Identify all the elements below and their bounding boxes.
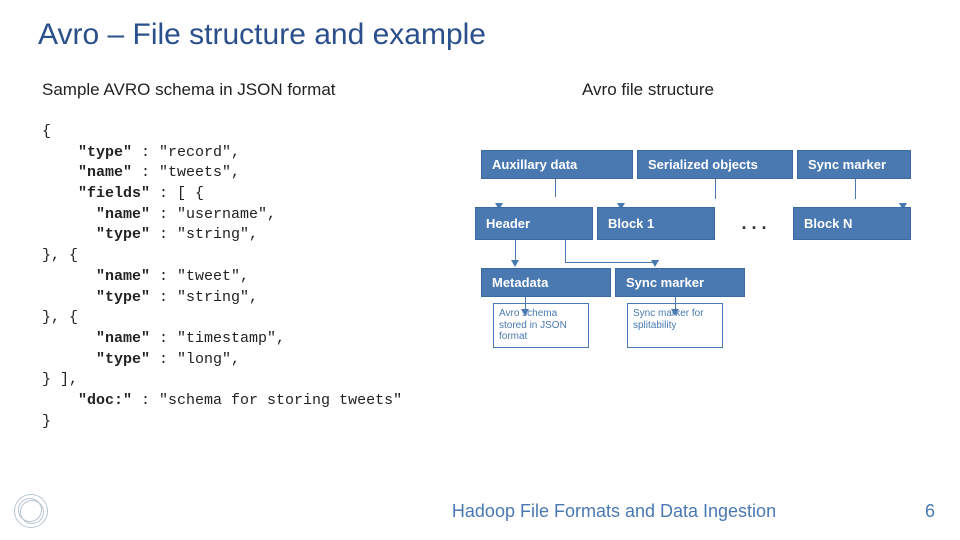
box-auxillary-data: Auxillary data [481, 150, 633, 179]
box-serialized-objects: Serialized objects [637, 150, 793, 179]
diagram-row-aux: Auxillary data Serialized objects Sync m… [481, 150, 940, 179]
box-block-1: Block 1 [597, 207, 715, 240]
box-block-n: Block N [793, 207, 911, 240]
box-sync-marker-top: Sync marker [797, 150, 911, 179]
diagram-notes: Avro schema stored in JSON format Sync m… [493, 303, 940, 348]
box-ellipsis: . . . [719, 207, 789, 240]
box-sync-marker-bottom: Sync marker [615, 268, 745, 297]
subtitles-row: Sample AVRO schema in JSON format Avro f… [0, 52, 960, 100]
page-number: 6 [900, 501, 960, 522]
footer-title: Hadoop File Formats and Data Ingestion [48, 501, 900, 522]
footer: Hadoop File Formats and Data Ingestion 6 [0, 494, 960, 528]
avro-structure-diagram: Auxillary data Serialized objects Sync m… [475, 150, 940, 348]
note-avro-schema: Avro schema stored in JSON format [493, 303, 589, 348]
diagram-row-meta: Metadata Sync marker [481, 268, 940, 297]
box-metadata: Metadata [481, 268, 611, 297]
subtitle-json: Sample AVRO schema in JSON format [42, 80, 462, 100]
cern-logo-icon [14, 494, 48, 528]
subtitle-structure: Avro file structure [462, 80, 882, 100]
box-header: Header [475, 207, 593, 240]
slide-title: Avro – File structure and example [0, 0, 960, 52]
diagram-row-blocks: Header Block 1 . . . Block N [475, 207, 940, 240]
